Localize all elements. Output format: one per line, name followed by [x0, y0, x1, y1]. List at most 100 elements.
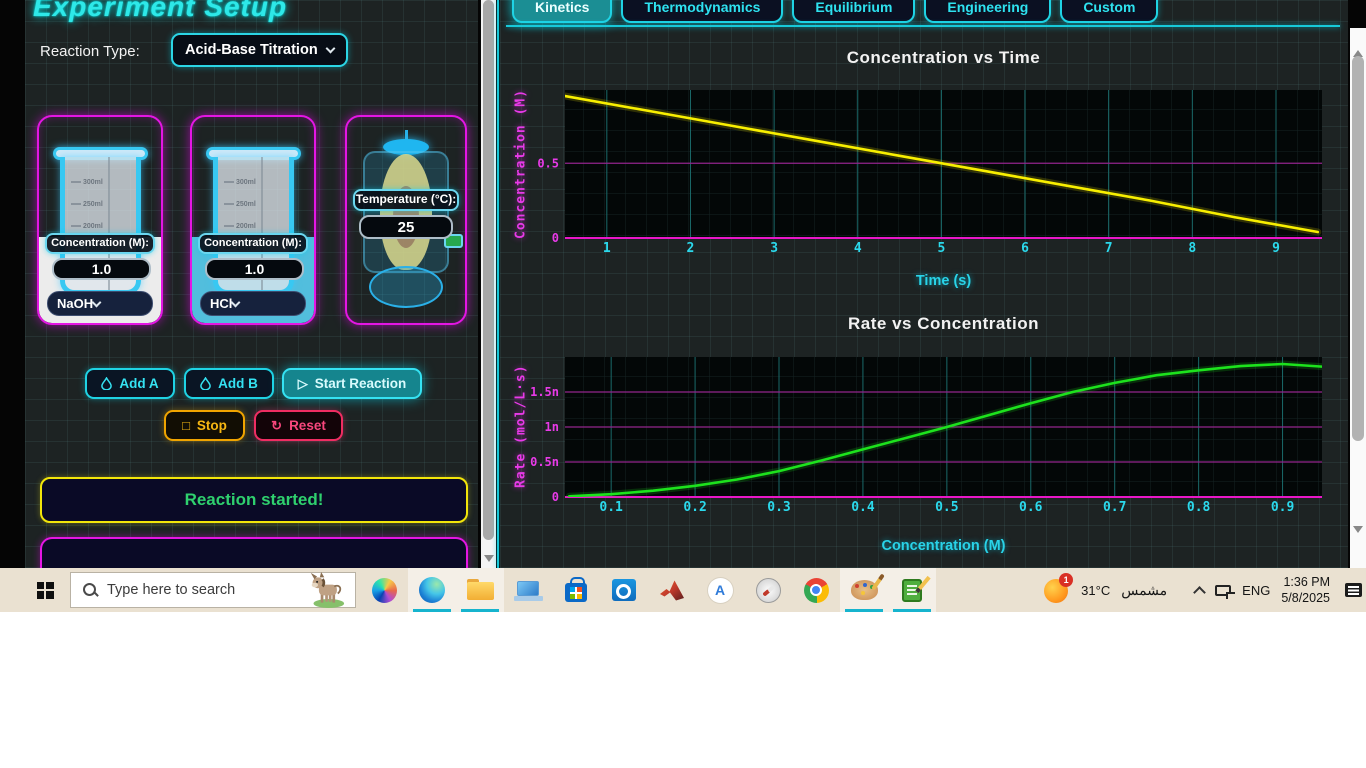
svg-text:8: 8 [1188, 241, 1196, 256]
matlab-icon[interactable] [648, 568, 696, 612]
heater-card: Temperature (°C): [345, 115, 467, 325]
svg-text:0.7: 0.7 [1103, 500, 1126, 515]
action-center-icon[interactable] [1345, 583, 1362, 597]
file-explorer-icon[interactable] [456, 568, 504, 612]
network-icon[interactable] [1215, 585, 1231, 596]
taskbar-clock[interactable]: 1:36 PM 5/8/2025 [1281, 574, 1330, 607]
concentration-b-label: Concentration (M): [198, 233, 308, 254]
charts-panel: Kinetics Thermodynamics Equilibrium Enginee… [500, 0, 1348, 568]
weather-widget[interactable]: 1 [1044, 577, 1070, 603]
tab-equilibrium[interactable]: Equilibrium [792, 0, 915, 23]
partial-info-box [40, 537, 468, 568]
active-app-indicator [893, 609, 931, 612]
tab-kinetics[interactable]: Kinetics [512, 0, 612, 23]
svg-text:0.5: 0.5 [935, 500, 958, 515]
chevron-down-icon [326, 44, 336, 54]
svg-text:7: 7 [1105, 241, 1113, 256]
svg-text:1.5n: 1.5n [530, 385, 559, 399]
reaction-type-value: Acid-Base Titration [185, 42, 327, 58]
temperature-input[interactable] [359, 215, 453, 239]
copilot-icon[interactable] [360, 568, 408, 612]
svg-text:1: 1 [603, 241, 611, 256]
laptop-icon[interactable] [504, 568, 552, 612]
tab-engineering[interactable]: Engineering [924, 0, 1051, 23]
outlook-icon[interactable] [600, 568, 648, 612]
search-input[interactable] [107, 582, 298, 598]
paint-palette-icon[interactable] [840, 568, 888, 612]
svg-text:0.6: 0.6 [1019, 500, 1043, 515]
svg-text:0.1: 0.1 [599, 500, 623, 515]
concentration-vs-time-chart: 12345678900.5 [520, 88, 1332, 262]
svg-text:0.5: 0.5 [537, 156, 559, 170]
start-reaction-button[interactable]: ▷ Start Reaction [282, 368, 422, 399]
add-a-button[interactable]: Add A [85, 368, 175, 399]
reagent-a-card: 300ml250ml200ml150ml Concentration (M): … [37, 115, 163, 325]
reset-button[interactable]: ↻ Reset [254, 410, 343, 441]
svg-text:9: 9 [1272, 241, 1280, 256]
stop-button[interactable]: □ Stop [164, 410, 245, 441]
reagent-b-value: HCl [210, 296, 232, 311]
chart-tabs: Kinetics Thermodynamics Equilibrium Enginee… [512, 0, 1158, 23]
rate-vs-concentration-chart: 0.10.20.30.40.50.60.70.80.900.5n1n1.5n [520, 355, 1332, 521]
windows-taskbar: A 1 31°C مشمس ENG 1:36 PM 5/8/2025 [0, 568, 1366, 612]
start-button[interactable] [26, 568, 64, 612]
reaction-type-label: Reaction Type: [40, 43, 140, 60]
active-app-indicator [845, 609, 883, 612]
notepad-icon[interactable] [888, 568, 936, 612]
tray-time: 1:36 PM [1281, 574, 1330, 590]
left-panel-scrollbar[interactable] [481, 0, 496, 568]
status-message-box: Reaction started! [40, 477, 468, 523]
reagent-b-select[interactable]: HCl [200, 291, 306, 316]
app-window: Experiment Setup Reaction Type: Acid-Bas… [0, 0, 1366, 568]
stop-icon: □ [182, 419, 190, 432]
chart1-title: Concentration vs Time [565, 48, 1322, 68]
tray-chevron-up-icon[interactable] [1193, 586, 1206, 599]
app-a-icon[interactable]: A [696, 568, 744, 612]
svg-text:0.3: 0.3 [767, 500, 790, 515]
reagent-b-card: 300ml250ml200ml150ml Concentration (M): … [190, 115, 316, 325]
scroll-down-button[interactable] [481, 548, 496, 568]
tab-thermodynamics[interactable]: Thermodynamics [621, 0, 783, 23]
tab-custom[interactable]: Custom [1060, 0, 1158, 23]
active-app-indicator [461, 609, 499, 612]
compass-browser-icon[interactable] [744, 568, 792, 612]
scrollbar-thumb[interactable] [1352, 56, 1364, 441]
concentration-a-input[interactable] [52, 258, 151, 280]
reagent-a-select[interactable]: NaOH [47, 291, 153, 316]
svg-text:0.8: 0.8 [1187, 500, 1211, 515]
chevron-down-icon [92, 297, 102, 307]
system-tray: 1 31°C مشمس ENG 1:36 PM 5/8/2025 [1044, 568, 1362, 612]
taskbar-search-box[interactable] [70, 572, 356, 608]
edge-icon[interactable] [408, 568, 456, 612]
panel-title: Experiment Setup [33, 0, 287, 23]
tray-weather-text[interactable]: مشمس [1121, 582, 1167, 599]
right-panel-scrollbar[interactable] [1350, 28, 1366, 568]
svg-text:2: 2 [687, 241, 695, 256]
scroll-up-button[interactable] [1353, 33, 1363, 51]
droplet-icon [200, 377, 211, 390]
language-indicator[interactable]: ENG [1242, 583, 1270, 598]
svg-text:0.4: 0.4 [851, 500, 875, 515]
chrome-icon[interactable] [792, 568, 840, 612]
panel-divider [497, 0, 499, 568]
status-message: Reaction started! [185, 490, 324, 510]
svg-text:5: 5 [937, 241, 945, 256]
microsoft-store-icon[interactable] [552, 568, 600, 612]
scroll-down-button[interactable] [1353, 533, 1363, 551]
burner-bowl-icon [369, 266, 443, 308]
droplet-icon [101, 377, 112, 390]
play-icon: ▷ [298, 377, 308, 390]
reagent-a-value: NaOH [57, 296, 93, 311]
concentration-b-input[interactable] [205, 258, 304, 280]
add-b-button[interactable]: Add B [184, 368, 274, 399]
tray-date: 5/8/2025 [1281, 590, 1330, 606]
svg-text:0: 0 [552, 490, 559, 504]
reaction-type-select[interactable]: Acid-Base Titration [171, 33, 348, 67]
experiment-setup-panel: Experiment Setup Reaction Type: Acid-Bas… [25, 0, 478, 568]
svg-text:0.5n: 0.5n [530, 455, 559, 469]
chart1-x-axis-label: Time (s) [565, 273, 1322, 289]
tray-temperature[interactable]: 31°C [1081, 583, 1110, 598]
scrollbar-thumb[interactable] [483, 0, 494, 540]
svg-text:0.2: 0.2 [683, 500, 706, 515]
arrow-down-icon [484, 555, 494, 562]
